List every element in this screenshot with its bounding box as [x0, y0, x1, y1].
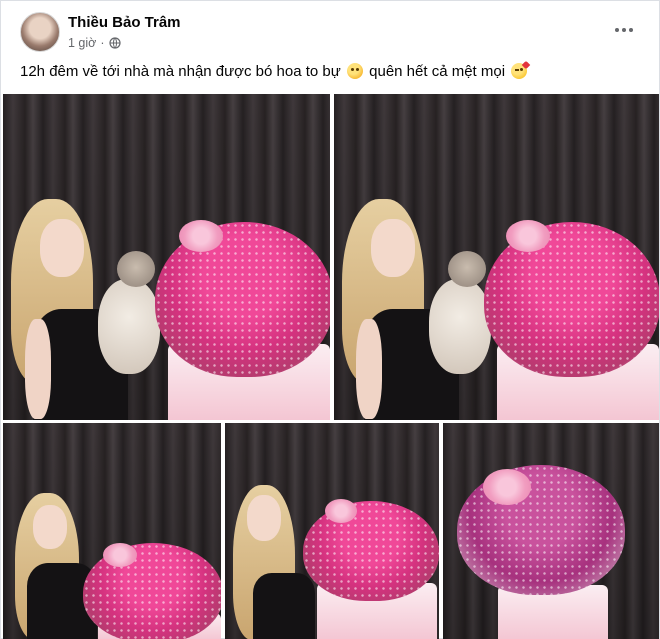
post-meta: 1 giờ ·	[68, 36, 121, 50]
post-header: Thiều Bảo Trâm 1 giờ ·	[1, 1, 660, 61]
caption-text-1: 12h đêm về tới nhà mà nhận được bó hoa t…	[20, 63, 341, 80]
more-options-icon[interactable]	[611, 21, 637, 39]
author-name[interactable]: Thiều Bảo Trâm	[68, 14, 181, 31]
kissing-face-emoji	[511, 60, 531, 79]
globe-icon[interactable]	[108, 37, 121, 49]
caption-text-2: quên hết cả mệt mọi	[369, 63, 506, 80]
photo-3[interactable]	[3, 423, 221, 639]
post-time[interactable]: 1 giờ	[68, 36, 96, 50]
pleading-face-emoji	[346, 63, 363, 79]
facebook-post: Thiều Bảo Trâm 1 giờ · 12h đêm về tới nh…	[0, 0, 660, 639]
photo-4[interactable]	[225, 423, 439, 639]
photo-5[interactable]	[443, 423, 659, 639]
post-caption: 12h đêm về tới nhà mà nhận được bó hoa t…	[20, 60, 531, 80]
photo-1[interactable]	[3, 94, 330, 420]
photo-2[interactable]	[334, 94, 659, 420]
author-avatar[interactable]	[20, 12, 60, 52]
